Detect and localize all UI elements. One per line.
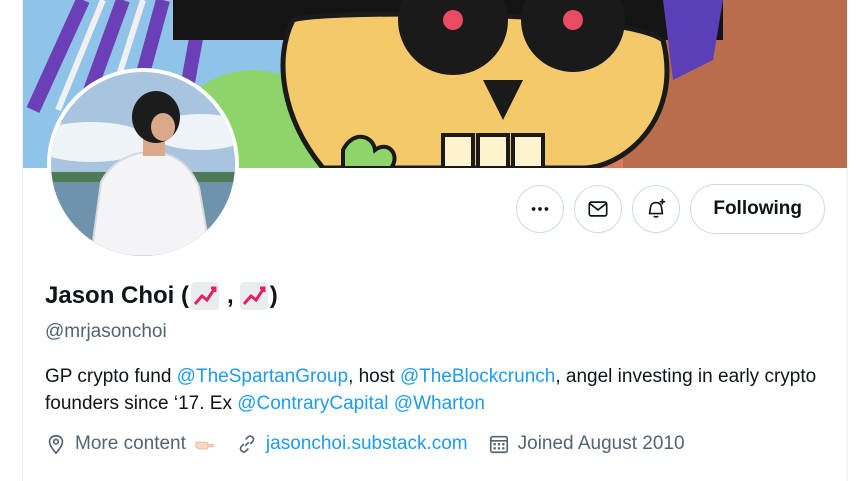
- profile-actions: Following: [516, 184, 825, 234]
- display-name-sep: ,: [227, 282, 234, 309]
- display-name-text: Jason Choi (: [45, 282, 190, 309]
- more-icon: [532, 207, 549, 211]
- bell-plus-icon: [649, 198, 666, 218]
- mention-link[interactable]: @TheBlockcrunch: [400, 366, 556, 387]
- mention-link[interactable]: @TheSpartanGroup: [177, 366, 348, 387]
- profile-meta: More content jasonchoi.substack.com Join…: [45, 433, 705, 455]
- pointing-hand-icon: [195, 441, 214, 450]
- location-text: More content: [75, 433, 186, 454]
- message-button[interactable]: [574, 185, 623, 233]
- joined-item: Joined August 2010: [488, 433, 685, 455]
- location-pin-icon: [48, 434, 64, 455]
- user-handle: @mrjasonchoi: [45, 321, 167, 342]
- link-icon: [239, 435, 255, 453]
- website-link[interactable]: jasonchoi.substack.com: [266, 433, 468, 455]
- profile-bio: GP crypto fund @TheSpartanGroup, host @T…: [45, 363, 835, 417]
- location-item: More content: [45, 433, 216, 455]
- mention-link[interactable]: @ContraryCapital: [237, 393, 388, 414]
- chart-increasing-icon: [239, 282, 268, 310]
- more-button[interactable]: [516, 185, 565, 233]
- chart-increasing-icon: [191, 282, 220, 310]
- mention-link[interactable]: @Wharton: [394, 393, 485, 414]
- bio-text: GP crypto fund: [45, 366, 177, 387]
- display-name-end: ): [269, 282, 278, 309]
- profile-avatar[interactable]: [47, 68, 239, 260]
- website-item: jasonchoi.substack.com: [236, 433, 468, 455]
- calendar-icon: [489, 435, 508, 454]
- bio-text: , host: [348, 366, 400, 387]
- joined-text: Joined August 2010: [517, 433, 685, 454]
- mail-icon: [588, 201, 608, 217]
- following-button[interactable]: Following: [690, 184, 825, 234]
- display-name: Jason Choi ( , ): [45, 282, 278, 310]
- profile-frame: Following Jason Choi ( , ) @mrjasonchoi …: [22, 0, 848, 481]
- notifications-button[interactable]: [632, 185, 681, 233]
